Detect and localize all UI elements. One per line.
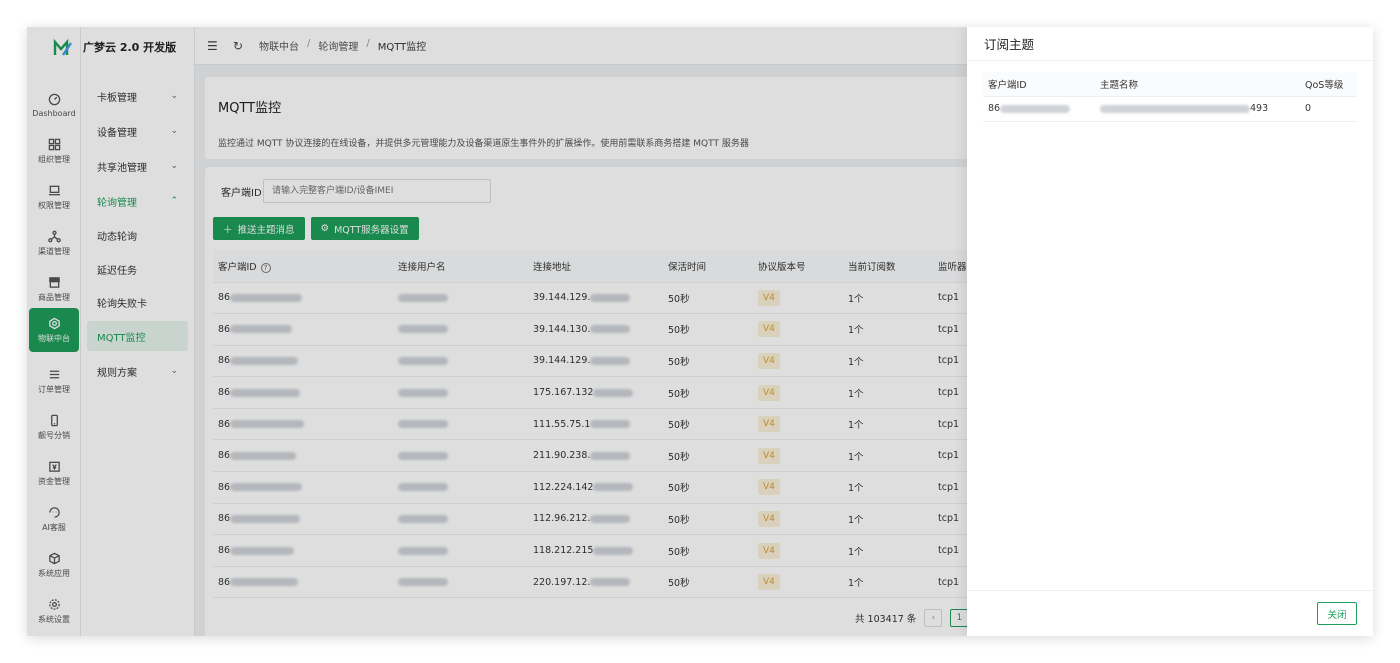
table-header-row: 客户端ID 主题名称 QoS等级 [983,72,1357,97]
client-id-cell: 86 [983,96,1095,122]
drawer-footer: 关闭 [967,590,1373,636]
table-row: 86 493 0 [983,96,1357,122]
drawer-title: 订阅主题 [967,27,1373,61]
col-header: 客户端ID [983,72,1095,97]
col-header: 主题名称 [1095,72,1300,97]
close-button[interactable]: 关闭 [1317,602,1357,625]
redacted-text [1100,104,1250,113]
col-header: QoS等级 [1300,72,1357,97]
topic-cell: 493 [1095,96,1300,122]
qos-cell: 0 [1300,96,1357,122]
subscription-table: 客户端ID 主题名称 QoS等级 86 493 0 [983,72,1357,122]
redacted-text [1000,104,1071,113]
app-window: Dashboard 组织管理 权限管理 渠道管理 商品管理 物联中台 订单管理 [27,27,1373,636]
subscription-drawer: 订阅主题 客户端ID 主题名称 QoS等级 86 493 0 关闭 [967,27,1373,636]
client-id-prefix: 86 [988,103,1001,114]
topic-suffix: 493 [1250,103,1269,114]
